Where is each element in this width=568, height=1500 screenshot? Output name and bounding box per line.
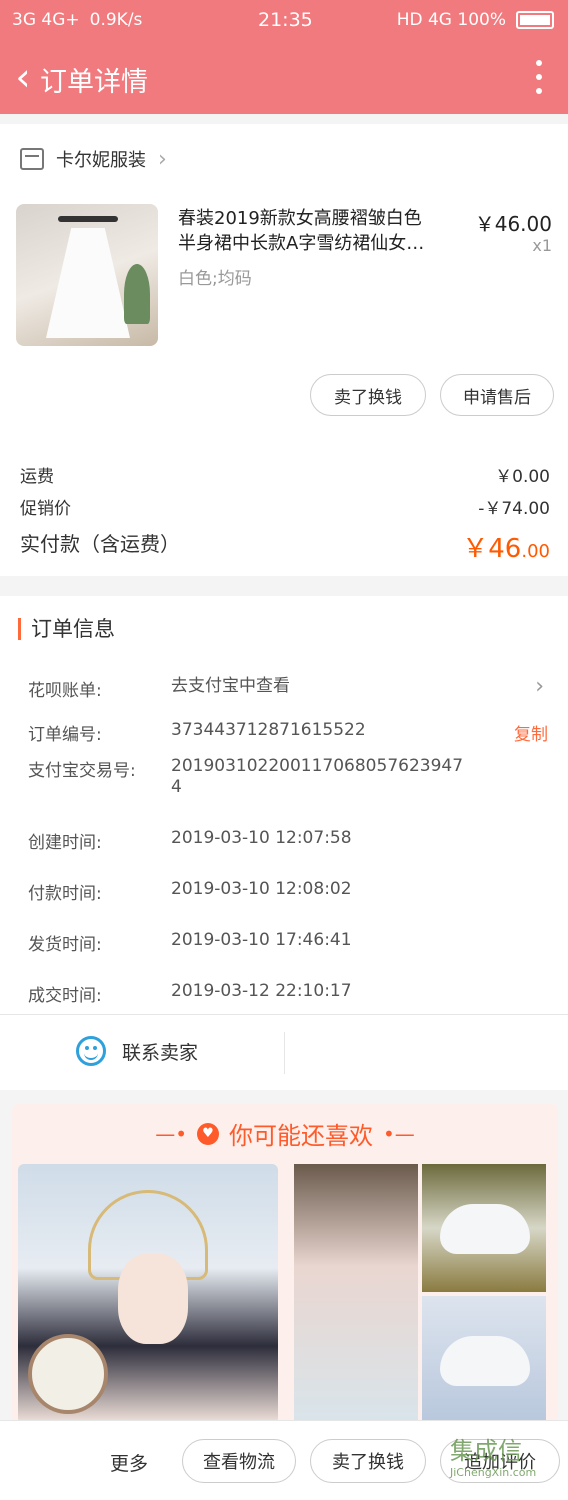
ship-time-row: 发货时间: 2019-03-10 17:46:41: [28, 930, 548, 955]
battery-icon: [516, 11, 554, 29]
paid-amount: ￥46.00: [462, 528, 550, 565]
shoe-shape: [440, 1336, 530, 1386]
promo-value: -￥74.00: [478, 499, 550, 519]
order-card: 卡尔妮服装 › 春装2019新款女高腰褶皱白色 半身裙中长款A字雪纺裙仙女… ￥…: [0, 124, 568, 576]
dot-icon: [536, 60, 542, 66]
shoe-shape: [440, 1204, 530, 1254]
skirt-shape: [46, 228, 130, 338]
info-value: 373443712871615522: [171, 720, 366, 740]
deal-time-row: 成交时间: 2019-03-12 22:10:17: [28, 981, 548, 1006]
promo-row: 促销价 -￥74.00: [20, 494, 550, 519]
chat-face-icon: [76, 1036, 106, 1066]
shipping-row: 运费 ￥0.00: [20, 462, 550, 487]
info-value: 2019-03-12 22:10:17: [171, 981, 352, 1001]
info-value: 2019-03-10 12:08:02: [171, 879, 352, 899]
chevron-left-icon: ‹: [15, 55, 31, 99]
status-right-text: HD 4G 100%: [396, 10, 506, 30]
dot-icon: [536, 88, 542, 94]
product-title[interactable]: 春装2019新款女高腰褶皱白色 半身裙中长款A字雪纺裙仙女…: [178, 206, 462, 256]
sell-button[interactable]: 卖了换钱: [310, 374, 426, 416]
nav-bar: ‹ 订单详情: [0, 40, 568, 114]
info-key: 成交时间:: [28, 986, 102, 1006]
recommend-title: —• ♥ 你可能还喜欢 •—: [12, 1116, 558, 1151]
watermark-url: JiChengXin.com: [450, 1466, 537, 1479]
watermark-text: 集成信: [450, 1437, 522, 1465]
status-bar: 3G 4G+ 0.9K/s 21:35 HD 4G 100%: [0, 0, 568, 40]
order-info-card: 订单信息 花呗账单: 去支付宝中查看 › 订单编号: 3734437128716…: [0, 596, 568, 1090]
product-price: ￥46.00: [474, 212, 552, 236]
face-shape: [118, 1254, 188, 1344]
recommend-item-image[interactable]: [294, 1164, 418, 1420]
info-key: 发货时间:: [28, 935, 102, 955]
arrow-decoration: —•: [155, 1121, 187, 1146]
clock: 21:35: [258, 9, 313, 31]
huabei-row[interactable]: 花呗账单: 去支付宝中查看 ›: [28, 674, 548, 701]
paid-decimal: .00: [521, 541, 550, 562]
alipay-trade-row: 支付宝交易号: 2019031022001170680576239474: [28, 756, 548, 798]
recommend-item-image[interactable]: [422, 1164, 546, 1292]
shop-name: 卡尔妮服装: [56, 150, 146, 171]
arrow-decoration: •—: [383, 1121, 415, 1146]
product-title-line2: 半身裙中长款A字雪纺裙仙女…: [178, 233, 425, 254]
recommend-title-text: 你可能还喜欢: [229, 1122, 373, 1150]
contact-seller-button[interactable]: 联系卖家: [76, 1036, 198, 1066]
copy-button[interactable]: 复制: [514, 720, 548, 745]
info-key: 付款时间:: [28, 884, 102, 904]
signal-text: 3G 4G+: [12, 10, 80, 30]
divider: [0, 1014, 568, 1015]
recommend-item-image[interactable]: [422, 1296, 546, 1420]
fan-shape: [28, 1334, 108, 1414]
logistics-button[interactable]: 查看物流: [182, 1439, 296, 1483]
product-quantity: x1: [532, 236, 552, 255]
info-value: 2019-03-10 17:46:41: [171, 930, 352, 950]
info-key: 花呗账单:: [28, 681, 102, 701]
store-icon: [20, 148, 44, 170]
page-title: 订单详情: [40, 67, 148, 98]
paid-label: 实付款（含运费）: [20, 532, 180, 556]
promo-label: 促销价: [20, 499, 71, 519]
info-key: 订单编号:: [28, 725, 102, 745]
shipping-value: ￥0.00: [495, 467, 550, 487]
order-number-row: 订单编号: 373443712871615522 复制: [28, 720, 548, 745]
paid-row: 实付款（含运费） ￥46.00: [20, 528, 550, 565]
plant-shape: [124, 264, 150, 324]
back-button[interactable]: ‹: [8, 55, 38, 99]
product-title-line1: 春装2019新款女高腰褶皱白色: [178, 208, 422, 229]
watermark-logo: 集成信 JiChengXin.com: [450, 1431, 568, 1491]
hanger-shape: [58, 216, 118, 222]
after-sale-button[interactable]: 申请售后: [440, 374, 554, 416]
product-image[interactable]: [16, 204, 158, 346]
info-value: 去支付宝中查看: [171, 676, 290, 696]
info-key: 创建时间:: [28, 833, 102, 853]
vertical-divider: [284, 1032, 285, 1074]
info-value: 2019-03-10 12:07:58: [171, 828, 352, 848]
order-info-title: 订单信息: [18, 618, 115, 640]
paid-main: ￥46: [462, 534, 522, 564]
chevron-right-icon: ›: [535, 674, 544, 699]
bottom-action-bar: 更多 查看物流 卖了换钱 追加评价 集成信 JiChengXin.com: [0, 1420, 568, 1500]
pay-time-row: 付款时间: 2019-03-10 12:08:02: [28, 879, 548, 904]
shop-link[interactable]: 卡尔妮服装 ›: [20, 146, 167, 172]
product-sku: 白色;均码: [178, 269, 252, 289]
info-value: 2019031022001170680576239474: [171, 756, 464, 797]
recommend-item-image[interactable]: [18, 1164, 278, 1424]
dot-icon: [536, 74, 542, 80]
chevron-right-icon: ›: [158, 146, 167, 172]
more-button[interactable]: 更多: [110, 1449, 148, 1476]
recommend-section: —• ♥ 你可能还喜欢 •—: [12, 1104, 558, 1424]
contact-label: 联系卖家: [122, 1041, 199, 1064]
heart-icon: ♥: [197, 1122, 219, 1145]
sell-button-bottom[interactable]: 卖了换钱: [310, 1439, 426, 1483]
shipping-label: 运费: [20, 467, 54, 487]
network-speed: 0.9K/s: [89, 10, 143, 30]
more-menu-button[interactable]: [534, 60, 544, 94]
info-key: 支付宝交易号:: [28, 761, 136, 781]
create-time-row: 创建时间: 2019-03-10 12:07:58: [28, 828, 548, 853]
